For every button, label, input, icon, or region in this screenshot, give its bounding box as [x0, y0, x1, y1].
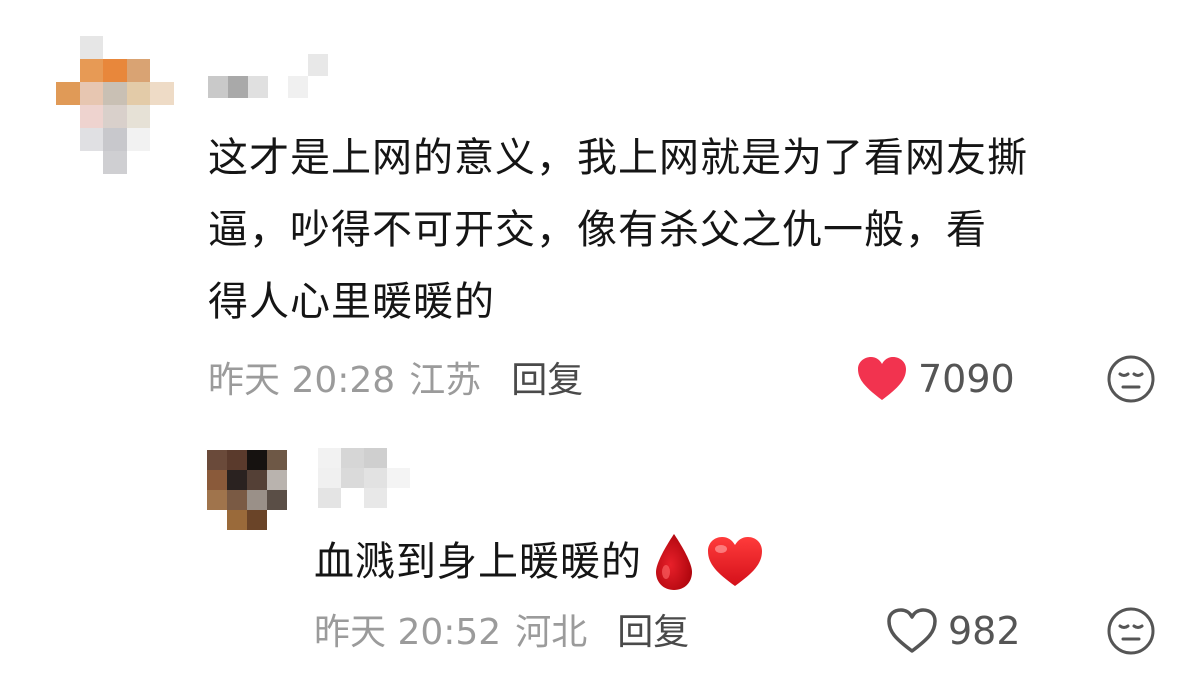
comment-line: 得人心里暖暖的 — [208, 279, 495, 325]
heart-outline-icon — [887, 608, 937, 653]
comment-text: 血溅到身上暖暖的 — [314, 526, 1014, 598]
like-button[interactable]: 982 — [886, 604, 1021, 658]
like-count: 982 — [948, 609, 1021, 653]
like-button[interactable]: 7090 — [856, 352, 1015, 406]
comment-location: 江苏 — [409, 360, 482, 401]
comment-line: 逼，吵得不可开交，像有杀父之仇一般，看 — [208, 207, 987, 253]
comment-line: 这才是上网的意义，我上网就是为了看网友撕 — [208, 135, 1028, 181]
heart-filled-icon — [858, 357, 906, 400]
comment-line: 血溅到身上暖暖的 — [314, 539, 642, 585]
blood-drop-icon — [656, 534, 692, 590]
like-count: 7090 — [918, 357, 1015, 401]
comment-time: 昨天 20:52 — [314, 612, 502, 653]
comment-time: 昨天 20:28 — [208, 360, 396, 401]
dislike-face-icon[interactable] — [1106, 606, 1156, 656]
reply-button[interactable]: 回复 — [511, 351, 583, 403]
avatar[interactable] — [56, 36, 174, 174]
comment-location: 河北 — [515, 612, 588, 653]
dislike-face-icon[interactable] — [1106, 354, 1156, 404]
comment-meta: 昨天 20:28 江苏 回复 — [208, 352, 583, 402]
username-redacted[interactable] — [318, 448, 410, 508]
comment-text: 这才是上网的意义，我上网就是为了看网友撕 逼，吵得不可开交，像有杀父之仇一般，看… — [208, 122, 1168, 338]
avatar[interactable] — [207, 450, 287, 530]
username-redacted[interactable] — [208, 54, 348, 98]
comment-meta: 昨天 20:52 河北 回复 — [314, 604, 689, 654]
comment-thread: 这才是上网的意义，我上网就是为了看网友撕 逼，吵得不可开交，像有杀父之仇一般，看… — [0, 0, 1178, 695]
reply-button[interactable]: 回复 — [617, 603, 689, 655]
red-heart-icon — [708, 537, 762, 586]
